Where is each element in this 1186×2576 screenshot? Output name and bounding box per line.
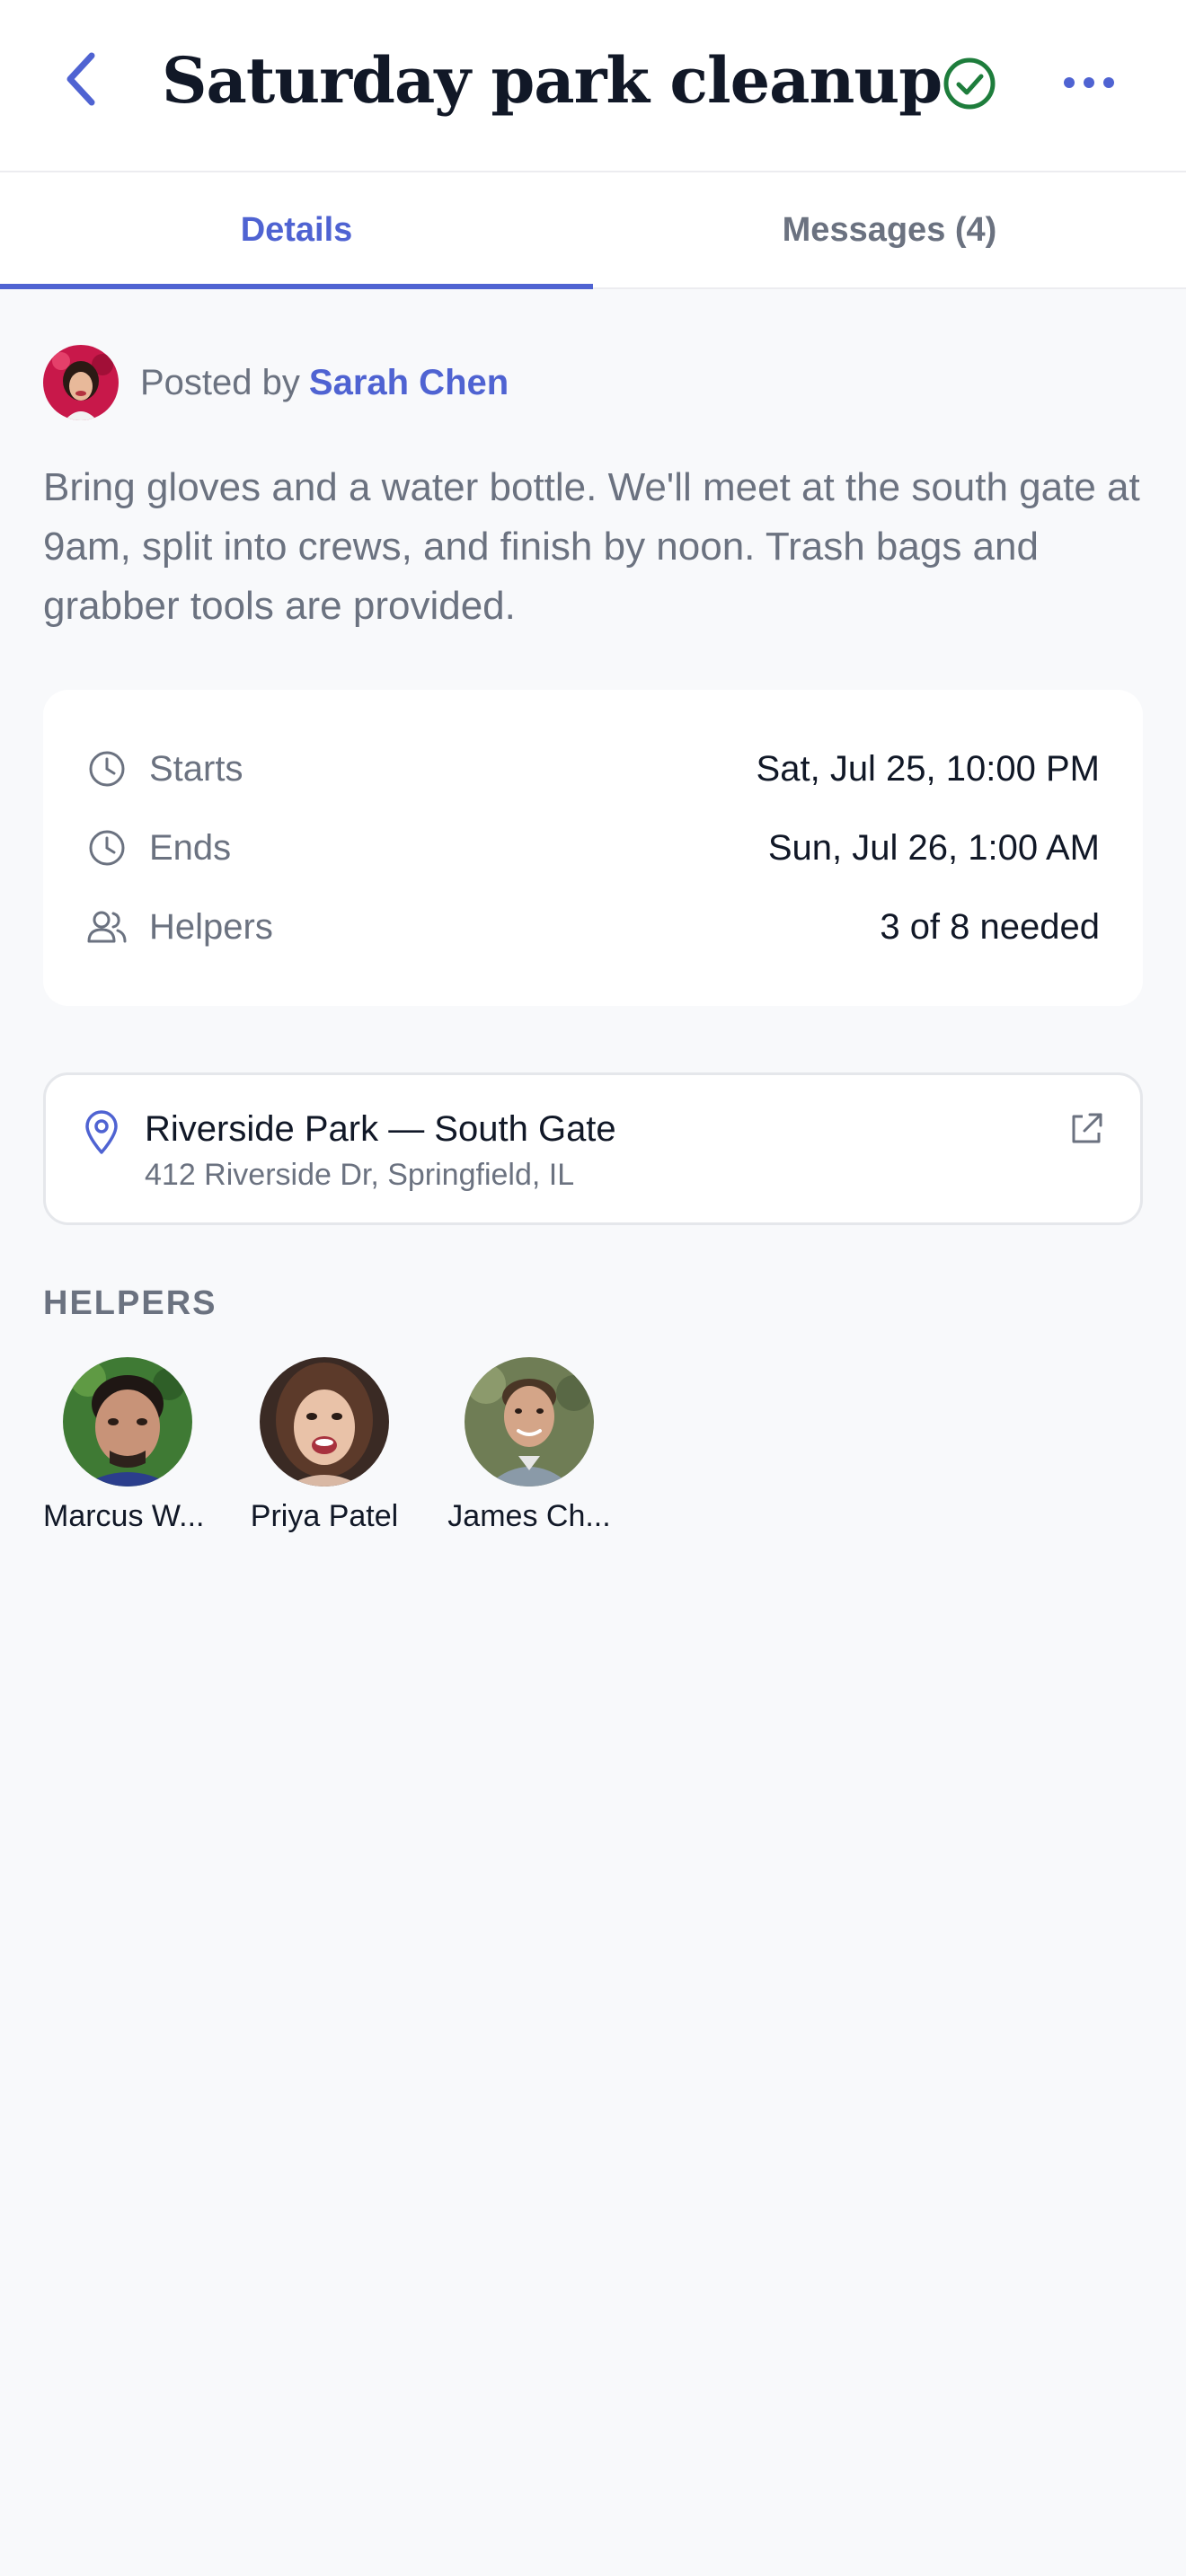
ends-row: Ends Sun, Jul 26, 1:00 AM <box>86 808 1100 887</box>
clock-icon <box>86 827 128 869</box>
starts-row: Starts Sat, Jul 25, 10:00 PM <box>86 729 1100 808</box>
starts-value: Sat, Jul 25, 10:00 PM <box>756 748 1100 789</box>
posted-by-label: Posted by <box>140 362 300 402</box>
app-header: Saturday park cleanup <box>0 0 1186 172</box>
helpers-label: Helpers <box>149 906 273 947</box>
back-button[interactable] <box>56 47 106 111</box>
check-circle-icon <box>943 57 996 110</box>
tab-details[interactable]: Details <box>0 172 593 289</box>
helper-name: James Ch... <box>447 1499 611 1533</box>
event-info-card: Starts Sat, Jul 25, 10:00 PM Ends Sun, J… <box>43 690 1143 1006</box>
tab-bar: Details Messages (4) <box>0 172 1186 289</box>
details-content: Posted by Sarah Chen Bring gloves and a … <box>0 345 1186 1534</box>
helper-name: Marcus W... <box>43 1499 205 1533</box>
clock-icon <box>86 748 128 790</box>
helpers-value: 3 of 8 needed <box>880 906 1100 947</box>
helpers-list: Marcus W... Priya Patel James Ch... <box>43 1357 1143 1534</box>
tab-messages[interactable]: Messages (4) <box>593 172 1186 287</box>
complete-button[interactable] <box>942 56 997 111</box>
location-name: Riverside Park — South Gate <box>145 1109 616 1149</box>
posted-by-row: Posted by Sarah Chen <box>43 345 1143 420</box>
ends-value: Sun, Jul 26, 1:00 AM <box>767 827 1100 868</box>
avatar <box>465 1357 594 1486</box>
location-address: 412 Riverside Dr, Springfield, IL <box>145 1158 575 1192</box>
author-avatar[interactable] <box>43 345 119 420</box>
helper-item[interactable]: James Ch... <box>444 1357 615 1534</box>
ends-label: Ends <box>149 827 232 868</box>
starts-label: Starts <box>149 748 243 789</box>
more-horizontal-icon <box>1064 77 1114 88</box>
more-options-button[interactable] <box>1060 59 1118 106</box>
event-description: Bring gloves and a water bottle. We'll m… <box>43 465 1140 628</box>
author-link[interactable]: Sarah Chen <box>309 363 509 403</box>
helpers-row: Helpers 3 of 8 needed <box>86 887 1100 966</box>
helper-item[interactable]: Priya Patel <box>239 1357 410 1534</box>
external-link-icon[interactable] <box>1067 1109 1106 1149</box>
avatar <box>63 1357 192 1486</box>
chevron-left-icon <box>66 52 95 106</box>
helper-name: Priya Patel <box>250 1499 399 1533</box>
helper-item[interactable]: Marcus W... <box>43 1357 205 1534</box>
avatar <box>260 1357 389 1486</box>
users-icon <box>86 906 128 948</box>
helpers-heading: HELPERS <box>43 1284 217 1322</box>
page-title: Saturday park cleanup <box>162 43 943 118</box>
map-pin-icon <box>82 1109 121 1156</box>
location-card[interactable]: Riverside Park — South Gate 412 Riversid… <box>43 1072 1143 1225</box>
